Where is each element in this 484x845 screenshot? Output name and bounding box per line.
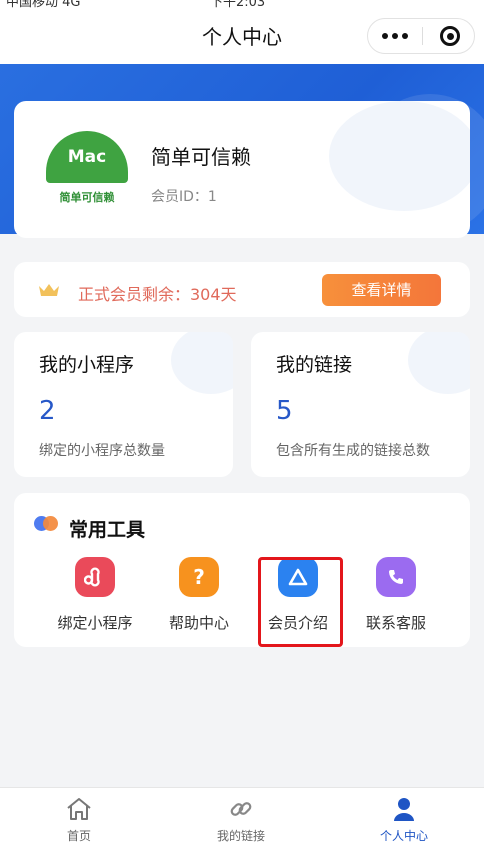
common-tools-card: 常用工具 绑定小程序 ? 帮助中心 会员介绍 联系客服 [14,493,470,647]
watermark-icon [171,332,233,394]
tool-contact-support[interactable]: 联系客服 [348,557,444,633]
more-menu-icon[interactable] [368,19,422,53]
avatar-logo-text: Mac [46,131,128,183]
tab-personal-center[interactable]: 个人中心 [354,794,454,844]
watermark-icon [329,101,470,211]
stat-description: 包含所有生成的链接总数 [276,443,430,459]
navigation-bar: 个人中心 [0,8,484,64]
status-bar: 中国移动 4G 下午2:03 [0,0,484,8]
user-name: 简单可信赖 [151,145,251,169]
close-mini-program-icon[interactable] [424,19,476,53]
home-icon [29,794,129,824]
carrier-text: 中国移动 4G [6,0,81,8]
tab-my-links[interactable]: 我的链接 [191,794,291,844]
stat-value: 5 [276,396,293,426]
link-icon [191,794,291,824]
mini-program-icon [75,557,115,597]
stat-title: 我的链接 [276,354,353,376]
stat-title: 我的小程序 [39,354,135,376]
watermark-icon [408,332,470,394]
section-dots-icon [34,516,60,532]
tool-label: 帮助中心 [168,614,229,632]
bottom-tab-bar: 首页 我的链接 个人中心 [0,787,484,845]
stat-card-mini-programs[interactable]: 我的小程序 2 绑定的小程序总数量 [14,332,233,477]
phone-icon [376,557,416,597]
capsule-divider [422,27,423,45]
stat-description: 绑定的小程序总数量 [39,443,165,459]
tool-label: 绑定小程序 [57,614,133,632]
crown-icon [39,284,59,296]
tool-label: 联系客服 [365,614,426,632]
highlight-annotation-box [258,557,343,647]
membership-card: 正式会员剩余：304天 查看详情 [14,262,470,317]
tab-label: 个人中心 [379,829,428,843]
tab-home[interactable]: 首页 [29,794,129,844]
question-icon: ? [179,557,219,597]
tab-label: 首页 [66,829,91,843]
section-title: 常用工具 [69,519,146,541]
avatar: Mac 简单可信赖 [44,131,130,209]
mini-program-capsule [367,18,475,54]
profile-card[interactable]: Mac 简单可信赖 简单可信赖 会员ID：1 [14,101,470,238]
member-id: 会员ID：1 [151,189,217,205]
view-details-button[interactable]: 查看详情 [322,274,441,306]
user-icon [354,794,454,824]
avatar-logo-subtitle: 简单可信赖 [59,191,115,204]
membership-remaining: 正式会员剩余：304天 [78,285,237,304]
stat-value: 2 [39,396,56,426]
stat-card-links[interactable]: 我的链接 5 包含所有生成的链接总数 [251,332,470,477]
tool-bind-mini-program[interactable]: 绑定小程序 [47,557,143,633]
tab-label: 我的链接 [216,829,265,843]
status-time: 下午2:03 [210,0,266,8]
tool-help-center[interactable]: ? 帮助中心 [151,557,247,633]
